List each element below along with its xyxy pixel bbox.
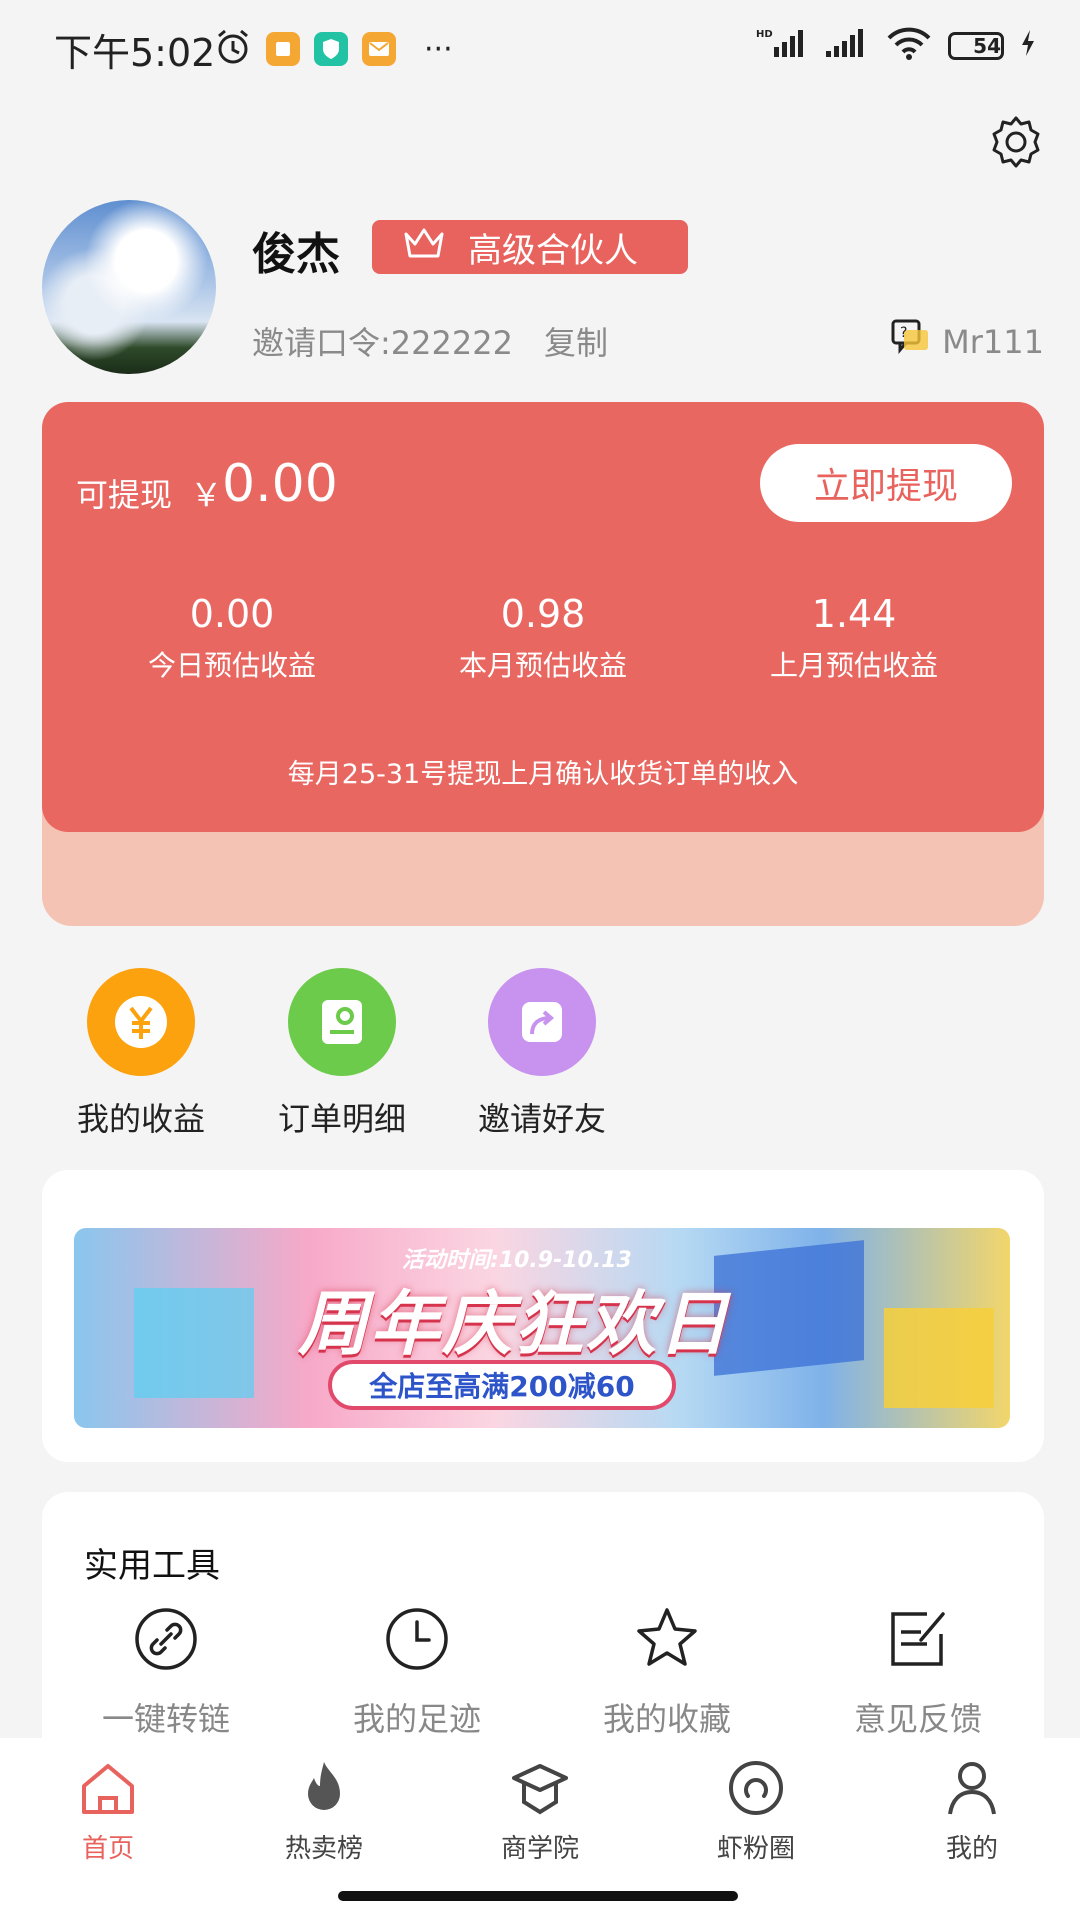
stat-this-month[interactable]: 0.98 本月预估收益: [383, 592, 703, 684]
circle-icon: [726, 1758, 786, 1818]
partner-level-badge: 高级合伙人: [372, 220, 688, 274]
signal-2-icon: [824, 27, 870, 64]
status-system-icons: HD 54: [756, 26, 1036, 65]
wifi-icon: [886, 26, 932, 65]
tab-fan-circle-label: 虾粉圈: [716, 1834, 795, 1864]
help-chat-icon: ?: [890, 318, 930, 366]
person-icon: [942, 1758, 1002, 1818]
tab-fan-circle[interactable]: 虾粉圈: [686, 1758, 826, 1865]
support-username: Mr111: [942, 323, 1044, 361]
home-indicator[interactable]: [338, 1891, 738, 1901]
tab-academy[interactable]: 商学院: [470, 1758, 610, 1865]
earnings-card: 可提现 ￥ 0.00 立即提现 0.00 今日预估收益 0.98 本月预估收益 …: [42, 402, 1044, 832]
invite-code: 邀请口令:222222: [252, 324, 513, 362]
order-details-button[interactable]: 订单明细: [267, 968, 417, 1140]
tab-academy-label: 商学院: [500, 1834, 579, 1864]
copy-invite-code-button[interactable]: 复制: [544, 318, 608, 364]
banner-book-decor: [714, 1240, 864, 1376]
tool-footprints[interactable]: 我的足迹: [307, 1604, 527, 1740]
stat-today[interactable]: 0.00 今日预估收益: [72, 592, 392, 684]
tool-feedback[interactable]: 意见反馈: [808, 1604, 1028, 1740]
tool-convert-link-label: 一键转链: [101, 1700, 230, 1738]
tool-favorites[interactable]: 我的收藏: [557, 1604, 777, 1740]
partner-level-text: 高级合伙人: [468, 230, 638, 271]
order-details-label: 订单明细: [277, 1100, 406, 1138]
graduation-cap-icon: [510, 1758, 570, 1818]
settings-gear-icon[interactable]: [988, 114, 1044, 170]
tools-title: 实用工具: [84, 1546, 220, 1586]
stat-this-month-value: 0.98: [500, 592, 586, 636]
svg-text:?: ?: [900, 325, 907, 341]
stat-last-month[interactable]: 1.44 上月预估收益: [694, 592, 1014, 684]
charging-icon: [1020, 29, 1036, 62]
star-icon: [632, 1604, 702, 1674]
tool-footprints-label: 我的足迹: [352, 1700, 481, 1738]
tab-mine-label: 我的: [945, 1834, 998, 1864]
battery-icon: 54: [948, 31, 1004, 60]
notes-app-icon: [266, 32, 300, 66]
stat-today-value: 0.00: [189, 592, 275, 636]
home-icon: [78, 1758, 138, 1818]
withdrawable-amount: 0.00: [222, 454, 338, 514]
more-notifications-icon: ···: [424, 31, 453, 67]
banner-card: 活动时间:10.9-10.13 周年庆狂欢日 全店至高满200减60: [42, 1170, 1044, 1462]
tool-convert-link[interactable]: 一键转链: [56, 1604, 276, 1740]
stat-this-month-label: 本月预估收益: [458, 649, 627, 682]
tab-mine[interactable]: 我的: [902, 1758, 1042, 1865]
share-icon: [488, 968, 596, 1076]
withdraw-now-button[interactable]: 立即提现: [760, 444, 1012, 522]
clock-icon: [382, 1604, 452, 1674]
tool-feedback-label: 意见反馈: [853, 1700, 982, 1738]
yuan-icon: [87, 968, 195, 1076]
battery-level: 54: [973, 33, 1001, 58]
crown-icon: [402, 226, 446, 269]
withdrawable-label: 可提现: [76, 476, 173, 514]
signal-icon: HD: [756, 27, 808, 64]
invite-friends-label: 邀请好友: [477, 1100, 606, 1138]
my-earnings-button[interactable]: 我的收益: [66, 968, 216, 1140]
my-earnings-label: 我的收益: [76, 1100, 205, 1138]
invite-friends-button[interactable]: 邀请好友: [467, 968, 617, 1140]
tab-home-label: 首页: [81, 1834, 134, 1864]
customer-service-button[interactable]: ? Mr111: [890, 318, 1044, 366]
feedback-icon: [883, 1604, 953, 1674]
link-icon: [131, 1604, 201, 1674]
tab-hot-list[interactable]: 热卖榜: [254, 1758, 394, 1865]
tool-favorites-label: 我的收藏: [602, 1700, 731, 1738]
order-icon: [288, 968, 396, 1076]
stat-today-label: 今日预估收益: [147, 649, 316, 682]
avatar[interactable]: [42, 200, 216, 374]
stat-last-month-label: 上月预估收益: [769, 649, 938, 682]
status-notification-icons: ···: [214, 28, 453, 70]
fire-icon: [294, 1758, 354, 1818]
stat-last-month-value: 1.44: [811, 592, 897, 636]
banner-cube-decor: [134, 1288, 254, 1398]
banner-title: 周年庆狂欢日: [298, 1283, 730, 1365]
network-type-text: HD: [756, 29, 773, 40]
withdraw-rule-note: 每月25-31号提现上月确认收货订单的收入: [287, 759, 799, 790]
status-time: 下午5:02: [54, 31, 216, 75]
promo-banner[interactable]: 活动时间:10.9-10.13 周年庆狂欢日 全店至高满200减60: [74, 1228, 1010, 1428]
alarm-icon: [214, 28, 252, 70]
security-app-icon: [314, 32, 348, 66]
tab-home[interactable]: 首页: [38, 1758, 178, 1865]
banner-box-decor: [884, 1308, 994, 1408]
user-name: 俊杰: [252, 229, 340, 280]
tab-hot-list-label: 热卖榜: [284, 1834, 363, 1864]
banner-promo: 全店至高满200减60: [328, 1360, 676, 1410]
currency-symbol: ￥: [190, 476, 223, 514]
mail-app-icon: [362, 32, 396, 66]
